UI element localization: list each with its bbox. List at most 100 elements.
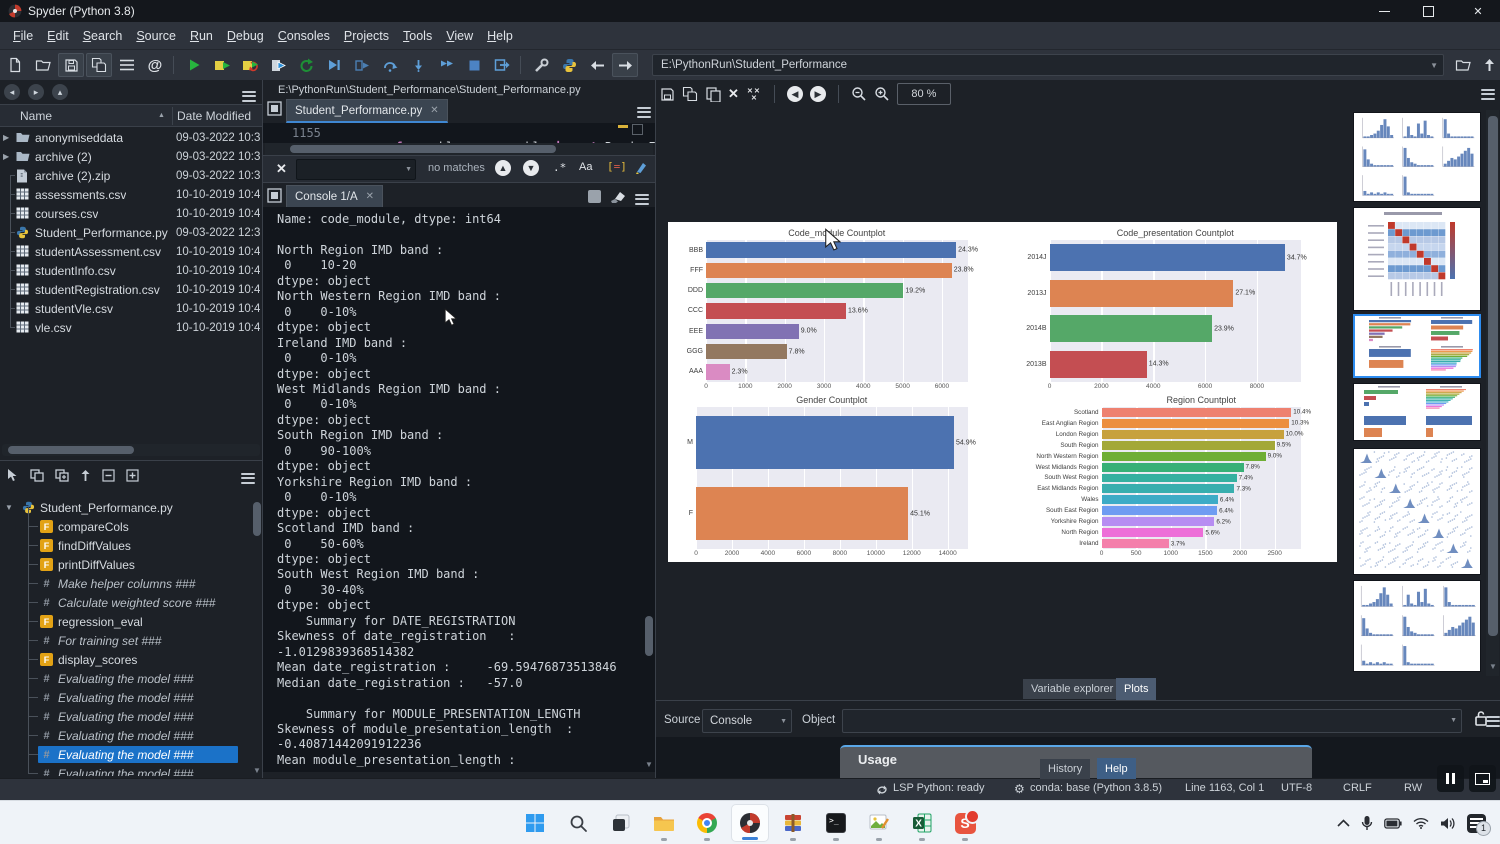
- console-options-menu-icon[interactable]: [635, 191, 649, 207]
- whole-words-icon[interactable]: [=]: [607, 160, 627, 173]
- menu-edit[interactable]: Edit: [40, 25, 76, 47]
- highlight-matches-icon[interactable]: [635, 160, 649, 174]
- thumbnails-scrollbar[interactable]: [1486, 110, 1499, 676]
- editor-tab[interactable]: Student_Performance.py✕: [286, 99, 448, 123]
- menu-tools[interactable]: Tools: [396, 25, 439, 47]
- maximize-button[interactable]: [1406, 0, 1450, 22]
- speaker-icon[interactable]: [1440, 817, 1456, 830]
- search-input-field[interactable]: [297, 161, 401, 175]
- files-column-date[interactable]: Date Modified: [177, 109, 251, 123]
- editor-horizontal-scrollbar[interactable]: [265, 143, 653, 155]
- files-horizontal-scrollbar[interactable]: [2, 444, 260, 456]
- help-source-combo[interactable]: Console ▼: [702, 709, 792, 733]
- find-next-icon[interactable]: ▼: [523, 160, 539, 176]
- taskbar-file-explorer-button[interactable]: [645, 804, 683, 842]
- symbol-finder-button[interactable]: @: [142, 53, 168, 77]
- taskbar-s-app-button[interactable]: S: [946, 804, 984, 842]
- new-file-button[interactable]: [2, 53, 28, 77]
- preferences-button[interactable]: [528, 53, 554, 77]
- expand-arrow-icon[interactable]: ▶: [3, 152, 9, 161]
- collapse-all-icon[interactable]: [102, 469, 115, 482]
- outline-item[interactable]: Fregression_eval: [0, 612, 250, 631]
- plot-thumbnail-pairplot[interactable]: [1353, 448, 1481, 575]
- close-button[interactable]: ✕: [1456, 0, 1500, 22]
- menu-projects[interactable]: Projects: [337, 25, 396, 47]
- search-input[interactable]: ▼: [296, 159, 416, 180]
- file-row[interactable]: studentAssessment.csv10-10-2019 10:4: [0, 242, 262, 261]
- menu-source[interactable]: Source: [129, 25, 183, 47]
- microphone-icon[interactable]: [1361, 815, 1373, 831]
- minimize-button[interactable]: [1362, 0, 1406, 22]
- outline-item[interactable]: #Evaluating the model ###: [0, 688, 250, 707]
- recorder-pause-button[interactable]: [1437, 765, 1464, 792]
- file-row[interactable]: studentVle.csv10-10-2019 10:4: [0, 299, 262, 318]
- menu-view[interactable]: View: [439, 25, 480, 47]
- rerun-button[interactable]: [293, 53, 319, 77]
- outline-item[interactable]: #Evaluating the model ###: [0, 707, 250, 726]
- file-switcher-button[interactable]: [114, 53, 140, 77]
- copy-plus-icon[interactable]: [55, 469, 69, 482]
- exit-debug-button[interactable]: [489, 53, 515, 77]
- taskbar-chrome-button[interactable]: [688, 804, 726, 842]
- open-file-button[interactable]: [30, 53, 56, 77]
- stop-debug-button[interactable]: [461, 53, 487, 77]
- help-object-combo[interactable]: ▼: [842, 709, 1462, 733]
- console-output[interactable]: Name: code_module, dtype: int64 North Re…: [263, 207, 655, 772]
- save-button[interactable]: [58, 53, 84, 77]
- python-env-button[interactable]: [556, 53, 582, 77]
- regex-icon[interactable]: .*: [553, 161, 566, 174]
- file-row[interactable]: ▶anonymiseddata09-03-2022 10:3: [0, 128, 262, 147]
- expand-arrow-icon[interactable]: ▶: [3, 133, 9, 142]
- browse-tabs-icon[interactable]: [267, 101, 282, 116]
- close-plot-icon[interactable]: ✕: [728, 86, 739, 102]
- tab-variable-explorer[interactable]: Variable explorer: [1023, 679, 1121, 699]
- chevron-down-icon[interactable]: ▼: [405, 166, 412, 173]
- scroll-down-arrow-icon[interactable]: ▼: [253, 766, 261, 775]
- wifi-icon[interactable]: [1413, 817, 1429, 829]
- file-row[interactable]: courses.csv10-10-2019 10:4: [0, 204, 262, 223]
- browse-tabs-icon[interactable]: [267, 188, 282, 203]
- outline-item[interactable]: #Evaluating the model ###: [0, 726, 250, 745]
- tab-history[interactable]: History: [1040, 759, 1090, 779]
- taskbar-terminal-button[interactable]: >_: [817, 804, 855, 842]
- tab-help[interactable]: Help: [1097, 758, 1136, 779]
- outline-item[interactable]: #Make helper columns ###: [0, 574, 250, 593]
- menu-search[interactable]: Search: [76, 25, 130, 47]
- menu-help[interactable]: Help: [480, 25, 520, 47]
- working-directory-combo[interactable]: E:\PythonRun\Student_Performance ▼: [652, 54, 1444, 76]
- zoom-out-icon[interactable]: [851, 86, 867, 102]
- step-over-button[interactable]: [377, 53, 403, 77]
- forward-button[interactable]: [612, 53, 638, 77]
- files-column-name[interactable]: Name: [20, 109, 52, 123]
- menu-file[interactable]: File: [6, 25, 40, 47]
- taskbar-start-button[interactable]: [516, 804, 554, 842]
- copy-plot-icon[interactable]: [706, 87, 721, 102]
- outline-scrollbar[interactable]: [253, 502, 261, 536]
- outline-item[interactable]: FfindDiffValues: [0, 536, 250, 555]
- menu-consoles[interactable]: Consoles: [271, 25, 337, 47]
- taskbar-image-editor-button[interactable]: [860, 804, 898, 842]
- console-scrollbar[interactable]: [645, 616, 653, 656]
- tab-close-icon[interactable]: ✕: [430, 105, 438, 116]
- previous-plot-icon[interactable]: ◀: [787, 86, 803, 102]
- file-row[interactable]: ▶archive (2)09-03-2022 10:3: [0, 147, 262, 166]
- search-close-icon[interactable]: ✕: [276, 161, 287, 177]
- file-row[interactable]: vle.csv10-10-2019 10:4: [0, 318, 262, 337]
- outline-item[interactable]: #For training set ###: [0, 631, 250, 650]
- plot-thumbnail-barcharts[interactable]: [1353, 383, 1481, 441]
- plots-options-menu-icon[interactable]: [1481, 86, 1495, 102]
- browse-directory-button[interactable]: [1450, 53, 1476, 77]
- plot-thumbnail-histograms-2[interactable]: [1353, 580, 1481, 672]
- outline-item[interactable]: #Evaluating the model ###: [0, 764, 250, 776]
- run-cell-advance-button[interactable]: [237, 53, 263, 77]
- files-back-button[interactable]: ◂: [4, 84, 20, 100]
- battery-icon[interactable]: [1384, 818, 1402, 829]
- case-sensitive-icon[interactable]: Aa: [579, 161, 592, 173]
- outline-root[interactable]: ▼Student_Performance.py: [0, 498, 250, 517]
- file-row[interactable]: studentInfo.csv10-10-2019 10:4: [0, 261, 262, 280]
- eraser-icon[interactable]: [610, 190, 626, 203]
- outline-item[interactable]: #Calculate weighted score ###: [0, 593, 250, 612]
- editor-code-area[interactable]: 1155 from sklearn.ensemble import Random…: [263, 123, 655, 143]
- taskbar-excel-button[interactable]: X: [903, 804, 941, 842]
- taskbar-spyder-button[interactable]: [731, 804, 769, 842]
